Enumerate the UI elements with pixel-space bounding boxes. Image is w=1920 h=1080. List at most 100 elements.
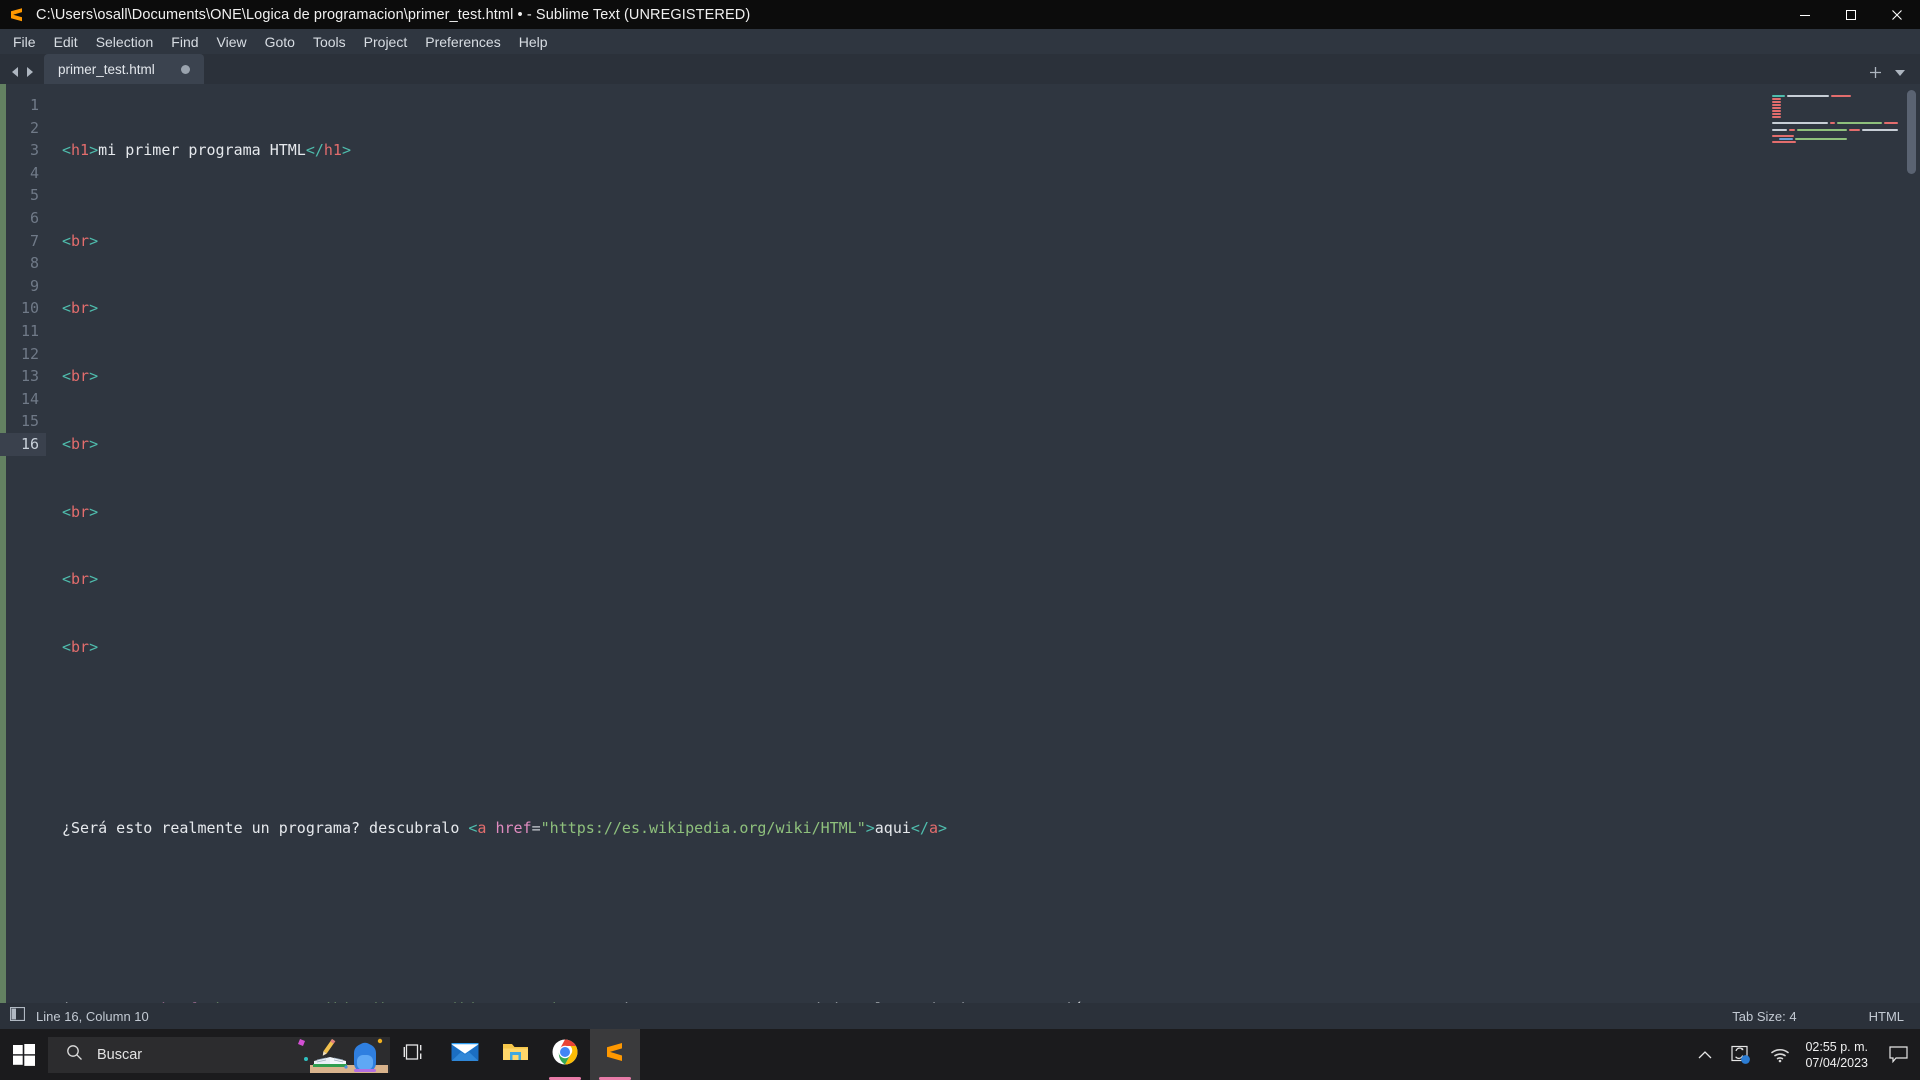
menu-item-find[interactable]: Find xyxy=(162,31,207,53)
minimap-row xyxy=(1768,140,1898,143)
arrow-right-icon[interactable] xyxy=(24,66,35,78)
token-punc: </ xyxy=(910,819,929,837)
token-punc: > xyxy=(586,1000,595,1003)
token-tag: br xyxy=(71,570,90,589)
token-punc: > xyxy=(89,502,99,521)
mail-icon xyxy=(451,1041,479,1068)
line-number: 11 xyxy=(20,321,39,340)
clock-time: 02:55 p. m. xyxy=(1805,1039,1868,1054)
system-tray: 02:55 p. m. 07/04/2023 xyxy=(1689,1029,1920,1080)
token-text: aqui xyxy=(874,819,911,837)
action-center-icon[interactable] xyxy=(1880,1029,1916,1080)
code-line-3: <br> xyxy=(62,297,1920,320)
wifi-icon[interactable] xyxy=(1761,1029,1799,1080)
arrow-left-icon[interactable] xyxy=(10,66,21,78)
token-tag: br xyxy=(71,502,90,521)
menu-item-project[interactable]: Project xyxy=(355,31,417,53)
code-line-5: <br> xyxy=(62,433,1920,456)
menu-item-preferences[interactable]: Preferences xyxy=(416,31,509,53)
token-tag: a xyxy=(143,1000,152,1003)
search-input[interactable]: Buscar xyxy=(48,1036,390,1073)
line-number: 12 xyxy=(20,344,39,363)
token-text: para ver un verdadero lenguaje de progra… xyxy=(667,1000,1091,1003)
menu-item-goto[interactable]: Goto xyxy=(256,31,304,53)
token-tag: br xyxy=(71,231,90,250)
taskbar-item-file-explorer[interactable] xyxy=(490,1029,540,1080)
code-line-6: <br> xyxy=(62,501,1920,524)
tab-size-indicator[interactable]: Tab Size: 4 xyxy=(1732,1009,1796,1024)
token-punc: > xyxy=(865,819,875,837)
menu-bar: File Edit Selection Find View Goto Tools… xyxy=(0,29,1920,54)
line-number: 13 xyxy=(20,367,39,386)
onedrive-sync-icon[interactable] xyxy=(1721,1029,1761,1080)
token-tag: br xyxy=(71,638,90,657)
code-view[interactable]: 1 2 3 4 5 6 7 8 9 10 11 12 13 14 15 16 <… xyxy=(0,84,1920,1003)
maximize-button[interactable] xyxy=(1828,0,1874,29)
title-bar: C:\Users\osall\Documents\ONE\Logica de p… xyxy=(0,0,1920,29)
folder-icon xyxy=(502,1041,529,1068)
code-line-4: <br> xyxy=(62,365,1920,388)
taskbar-clock[interactable]: 02:55 p. m. 07/04/2023 xyxy=(1799,1029,1880,1080)
minimap[interactable] xyxy=(1768,84,1898,1003)
line-number: 14 xyxy=(20,389,39,408)
code-content[interactable]: <h1>mi primer programa HTML</h1> <br> <b… xyxy=(46,84,1920,1003)
menu-item-file[interactable]: File xyxy=(4,31,45,53)
token-tag: br xyxy=(71,434,90,453)
tab-primer-test-html[interactable]: primer_test.html xyxy=(44,54,204,84)
line-number: 15 xyxy=(20,412,39,431)
sublime-text-icon xyxy=(6,3,28,26)
menu-item-tools[interactable]: Tools xyxy=(304,31,355,53)
menu-item-edit[interactable]: Edit xyxy=(45,31,87,53)
taskbar-item-google-chrome[interactable] xyxy=(540,1029,590,1080)
tab-label: primer_test.html xyxy=(58,61,155,77)
sublime-text-icon xyxy=(603,1040,627,1069)
menu-item-view[interactable]: View xyxy=(208,31,256,53)
status-bar: Line 16, Column 10 Tab Size: 4 HTML xyxy=(0,1003,1920,1029)
token-string: "https://es.wikipedia.org/wiki/JavaScrip… xyxy=(207,1000,586,1003)
tab-navigation xyxy=(0,66,44,84)
line-number: 3 xyxy=(29,141,39,160)
taskbar-item-task-view[interactable] xyxy=(390,1029,440,1080)
token-punc: > xyxy=(89,434,99,453)
syntax-indicator[interactable]: HTML xyxy=(1869,1009,1904,1024)
taskbar-item-mail[interactable] xyxy=(440,1029,490,1080)
token-punc: < xyxy=(62,638,72,657)
code-line-12: ingresa <a href="https://es.wikipedia.or… xyxy=(62,998,1920,1003)
chrome-icon xyxy=(552,1039,578,1070)
window-controls xyxy=(1782,0,1920,29)
token-punc: > xyxy=(658,1000,667,1003)
sublime-text-window: C:\Users\osall\Documents\ONE\Logica de p… xyxy=(0,0,1920,1029)
token-punc: > xyxy=(89,570,99,589)
line-number: 4 xyxy=(29,163,39,182)
code-line-2: <br> xyxy=(62,230,1920,253)
menu-item-selection[interactable]: Selection xyxy=(87,31,163,53)
line-number: 6 xyxy=(29,208,39,227)
editor-area[interactable]: 1 2 3 4 5 6 7 8 9 10 11 12 13 14 15 16 <… xyxy=(0,84,1920,1003)
token-punc: < xyxy=(62,434,72,453)
sidebar-toggle-icon[interactable] xyxy=(9,1006,26,1026)
tab-bar-actions xyxy=(1869,66,1920,84)
code-line-1: <h1>mi primer programa HTML</h1> xyxy=(62,139,1920,162)
token-punc: < xyxy=(62,231,72,250)
line-number-gutter: 1 2 3 4 5 6 7 8 9 10 11 12 13 14 15 16 xyxy=(0,84,46,1003)
chevron-down-icon[interactable] xyxy=(1894,69,1906,77)
token-punc: < xyxy=(62,502,72,521)
chevron-up-icon[interactable] xyxy=(1689,1029,1721,1080)
token-string: "https://es.wikipedia.org/wiki/HTML" xyxy=(540,819,866,837)
menu-item-help[interactable]: Help xyxy=(510,31,557,53)
minimize-button[interactable] xyxy=(1782,0,1828,29)
windows-start-icon[interactable] xyxy=(0,1029,48,1080)
tab-modified-indicator[interactable] xyxy=(181,64,190,74)
plus-icon[interactable] xyxy=(1869,66,1882,79)
window-title: C:\Users\osall\Documents\ONE\Logica de p… xyxy=(36,6,751,23)
line-number: 8 xyxy=(29,254,39,273)
editor-scrollbar[interactable] xyxy=(1907,90,1916,997)
token-punc: < xyxy=(62,141,72,160)
token-punc: < xyxy=(134,1000,143,1003)
editor-scrollbar-thumb[interactable] xyxy=(1907,90,1916,174)
token-text: mi primer programa HTML xyxy=(98,141,306,160)
close-button[interactable] xyxy=(1874,0,1920,29)
taskbar-item-sublime-text[interactable] xyxy=(590,1029,640,1080)
